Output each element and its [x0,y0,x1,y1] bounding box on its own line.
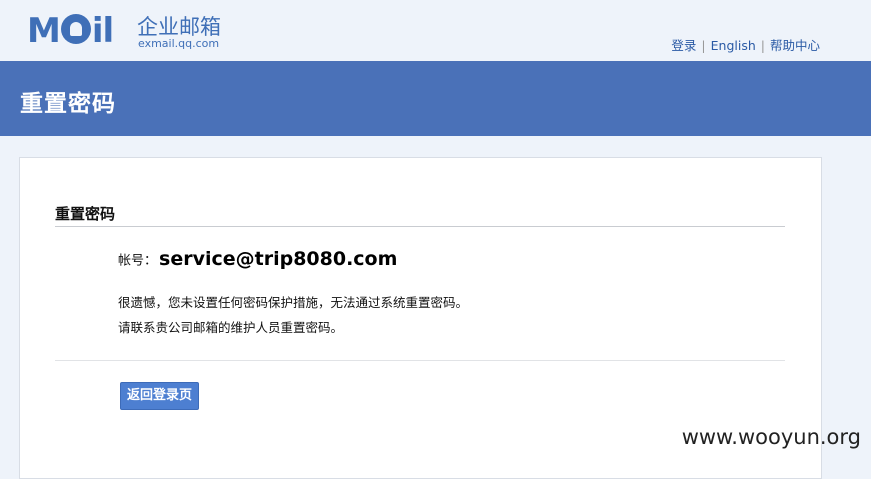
logo[interactable]: Mil 企业邮箱 exmail.qq.com [27,10,227,52]
back-to-login-button[interactable]: 返回登录页 [120,382,200,410]
logo-bell-icon [60,14,91,44]
link-separator: | [701,38,706,53]
title-divider [55,226,785,227]
logo-domain: exmail.qq.com [138,37,220,50]
header-band: 重置密码 [0,61,871,136]
help-center-link[interactable]: 帮助中心 [770,38,820,53]
logo-mark: Mil [27,11,114,51]
top-links: 登录 | English | 帮助中心 [671,35,820,54]
link-separator: | [760,38,765,53]
account-label: 帐号： [118,253,158,269]
actions-divider [55,360,785,361]
account-value: service@trip8080.com [159,248,398,270]
account-row: 帐号： service@trip8080.com [118,248,397,270]
page-title: 重置密码 [20,91,116,117]
message-line-1: 很遗憾，您未设置任何密码保护措施，无法通过系统重置密码。 [118,295,469,310]
login-link[interactable]: 登录 [671,38,696,53]
watermark: www.wooyun.org [681,425,861,449]
panel-title: 重置密码 [55,205,116,223]
english-link[interactable]: English [711,38,756,53]
message-line-2: 请联系贵公司邮箱的维护人员重置密码。 [118,320,344,335]
top-bar: Mil 企业邮箱 exmail.qq.com 登录 | English | 帮助中心 [0,0,871,60]
